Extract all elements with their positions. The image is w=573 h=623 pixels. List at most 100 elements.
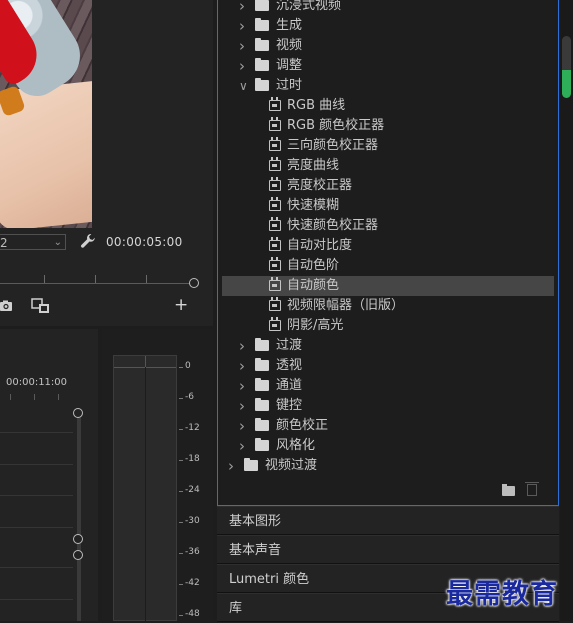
trash-icon[interactable] — [525, 482, 539, 496]
monitor-ruler[interactable] — [0, 262, 199, 288]
effects-folder[interactable]: › 生成 — [218, 16, 558, 36]
effect-item[interactable]: RGB 曲线 — [218, 96, 558, 116]
ruler-tick — [34, 394, 35, 400]
row-label: 自动颜色 — [287, 278, 340, 293]
effect-item[interactable]: 自动颜色 — [222, 276, 554, 296]
effects-folder[interactable]: › 通道 — [218, 376, 558, 396]
effect-item[interactable]: 阴影/高光 — [218, 316, 558, 336]
folder-icon — [255, 438, 269, 451]
effect-icon — [269, 237, 281, 251]
chevron-right-icon[interactable]: › — [239, 436, 245, 456]
db-label: -18 — [185, 454, 200, 464]
track-divider — [0, 432, 73, 433]
db-tick — [179, 398, 183, 399]
effects-folder[interactable]: › 调整 — [218, 56, 558, 76]
effects-folder[interactable]: › 沉浸式视频 — [218, 0, 558, 16]
folder-icon — [255, 0, 269, 11]
timeline-ruler[interactable] — [0, 390, 72, 402]
ruler-end-handle[interactable] — [189, 278, 199, 288]
effects-footer — [218, 478, 558, 504]
effects-folder[interactable]: › 风格化 — [218, 436, 558, 456]
effects-folder[interactable]: › 视频过渡 — [218, 456, 558, 476]
effect-item[interactable]: 亮度曲线 — [218, 156, 558, 176]
row-label: 通道 — [276, 378, 303, 393]
effect-icon — [269, 217, 281, 231]
row-label: 亮度校正器 — [287, 178, 353, 193]
chevron-right-icon[interactable]: › — [239, 36, 245, 56]
effect-icon — [269, 117, 281, 131]
db-label: -36 — [185, 547, 200, 557]
wrench-icon[interactable] — [80, 233, 96, 249]
ruler-line — [0, 283, 190, 284]
scroll-handle-bottom[interactable] — [73, 550, 83, 560]
row-label: 快速模糊 — [287, 198, 340, 213]
row-label: 过渡 — [276, 338, 303, 353]
effect-icon — [269, 137, 281, 151]
effects-folder[interactable]: › 视频 — [218, 36, 558, 56]
effects-folder[interactable]: › 过渡 — [218, 336, 558, 356]
effect-item[interactable]: RGB 颜色校正器 — [218, 116, 558, 136]
effect-icon — [269, 277, 281, 291]
track-divider — [0, 464, 73, 465]
effect-icon — [269, 257, 281, 271]
row-label: 颜色校正 — [276, 418, 329, 433]
db-label: -48 — [185, 609, 200, 619]
panel-essential-sound[interactable]: 基本声音 — [217, 535, 559, 564]
export-frame-icon[interactable] — [31, 298, 51, 314]
db-tick — [179, 522, 183, 523]
folder-icon — [255, 78, 269, 91]
effect-item[interactable]: 自动对比度 — [218, 236, 558, 256]
camera-icon[interactable] — [0, 299, 14, 313]
ruler-tick — [10, 394, 11, 400]
chevron-down-icon: ⌄ — [53, 237, 62, 248]
new-bin-icon[interactable] — [502, 484, 515, 496]
folder-icon — [255, 58, 269, 71]
effects-folder[interactable]: › 键控 — [218, 396, 558, 416]
effects-scrollbar[interactable] — [560, 0, 573, 621]
effect-item[interactable]: 视频限幅器（旧版） — [218, 296, 558, 316]
chevron-right-icon[interactable]: › — [239, 356, 245, 376]
effects-folder[interactable]: ∨ 过时 — [218, 76, 558, 96]
db-label: 0 — [185, 361, 191, 371]
video-frame — [0, 0, 92, 228]
effect-item[interactable]: 三向颜色校正器 — [218, 136, 558, 156]
panel-essential-graphics[interactable]: 基本图形 — [217, 506, 559, 535]
effect-icon — [269, 157, 281, 171]
chevron-right-icon[interactable]: › — [239, 16, 245, 36]
row-label: 沉浸式视频 — [276, 0, 342, 13]
db-tick — [179, 553, 183, 554]
effects-folder[interactable]: › 透视 — [218, 356, 558, 376]
effect-item[interactable]: 快速颜色校正器 — [218, 216, 558, 236]
chevron-right-icon[interactable]: › — [239, 56, 245, 76]
effect-icon — [269, 317, 281, 331]
meter-channel-split — [145, 367, 146, 622]
timeline-scrollbar[interactable] — [73, 408, 83, 621]
chevron-right-icon[interactable]: › — [228, 456, 234, 476]
row-label: 自动色阶 — [287, 258, 340, 273]
fit-select[interactable]: 2 ⌄ — [0, 234, 66, 250]
scroll-handle-mid[interactable] — [73, 534, 83, 544]
row-label: 风格化 — [276, 438, 316, 453]
folder-icon — [255, 358, 269, 371]
chevron-down-icon[interactable]: ∨ — [239, 76, 248, 96]
row-label: RGB 颜色校正器 — [287, 118, 385, 133]
scroll-handle-top[interactable] — [73, 408, 83, 418]
row-label: 三向颜色校正器 — [287, 138, 379, 153]
effect-item[interactable]: 亮度校正器 — [218, 176, 558, 196]
chevron-right-icon[interactable]: › — [239, 336, 245, 356]
row-label: 阴影/高光 — [287, 318, 344, 333]
effect-item[interactable]: 自动色阶 — [218, 256, 558, 276]
chevron-right-icon[interactable]: › — [239, 0, 245, 16]
effect-item[interactable]: 快速模糊 — [218, 196, 558, 216]
panel-title: Lumetri 颜色 — [229, 572, 310, 587]
plus-icon[interactable]: + — [174, 297, 188, 314]
chevron-right-icon[interactable]: › — [239, 416, 245, 436]
ruler-tick — [44, 275, 45, 283]
effects-folder[interactable]: › 颜色校正 — [218, 416, 558, 436]
folder-icon — [244, 458, 258, 471]
row-label: 自动对比度 — [287, 238, 353, 253]
chevron-right-icon[interactable]: › — [239, 396, 245, 416]
chevron-right-icon[interactable]: › — [239, 376, 245, 396]
folder-icon — [255, 378, 269, 391]
scrollbar-thumb[interactable] — [562, 36, 571, 98]
